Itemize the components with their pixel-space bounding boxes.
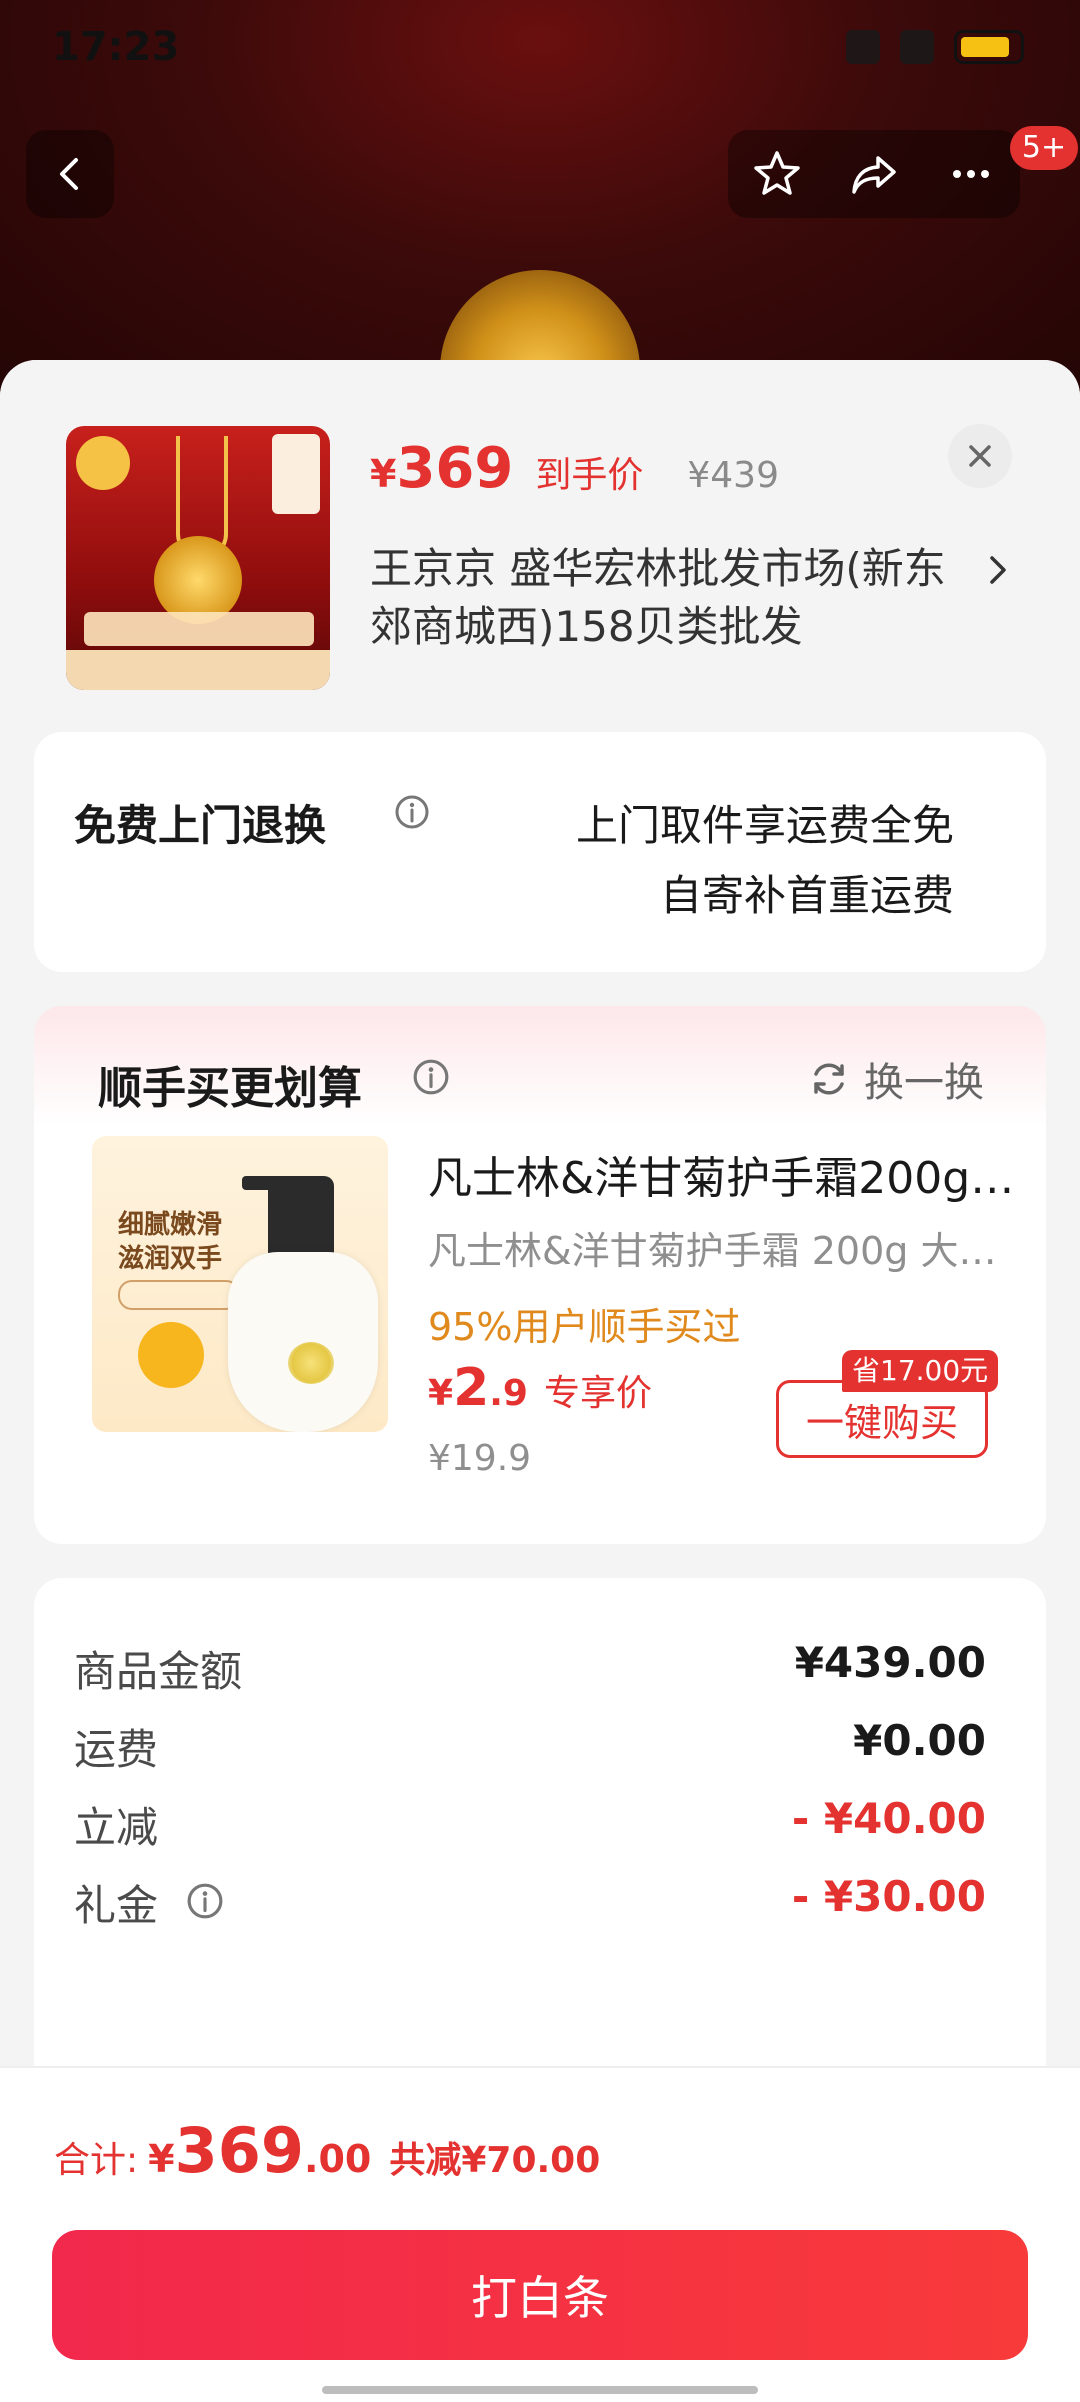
summary-row-goods: 商品金额 ¥439.00	[74, 1638, 986, 1698]
summary-value: ¥0.00	[853, 1716, 986, 1765]
cap-shape	[268, 1176, 334, 1262]
summary-row-discount: 立减 - ¥40.00	[74, 1794, 986, 1854]
bundle-item-users: 95%用户顺手买过	[428, 1305, 741, 1349]
price-currency: ¥	[370, 452, 397, 496]
summary-value: ¥439.00	[794, 1638, 986, 1687]
signal-icon	[846, 30, 880, 64]
info-icon[interactable]	[412, 1058, 450, 1096]
bundle-price-currency: ¥	[428, 1373, 454, 1414]
bundle-card: 顺手买更划算 换一换 细腻嫩滑 滋润双手 凡士林&洋甘菊护手霜200g 保湿滋润…	[34, 1006, 1046, 1544]
summary-label: 立减	[74, 1803, 159, 1852]
checkout-bar: 合计: ¥ 369 .00 共减¥70.00 打白条	[0, 2066, 1080, 2402]
bundle-price-int: 2	[453, 1358, 490, 1418]
image-caption-2: 滋润双手	[118, 1244, 223, 1274]
summary-label: 商品金额	[74, 1647, 243, 1696]
summary-value: - ¥40.00	[791, 1794, 986, 1843]
image-caption-1: 细腻嫩滑	[118, 1210, 223, 1240]
store-name[interactable]: 王京京 盛华宏林批发市场(新东郊商城西)158贝类批发	[370, 540, 970, 656]
flower-shape	[288, 1342, 334, 1384]
brand-logo	[76, 436, 130, 490]
original-price: ¥439	[687, 455, 779, 496]
save-badge: 省17.00元	[842, 1350, 999, 1392]
final-price: 369	[396, 436, 514, 501]
battery-icon	[954, 30, 1024, 64]
message-badge: 5+	[1010, 126, 1078, 170]
more-dots-icon	[953, 170, 990, 178]
share-button[interactable]	[834, 130, 914, 218]
chevron-right-icon[interactable]	[986, 552, 1010, 588]
pay-baitiao-button[interactable]: 打白条	[52, 2230, 1028, 2360]
home-indicator	[322, 2386, 758, 2394]
swap-label: 换一换	[864, 1060, 984, 1106]
final-price-tag: 到手价	[535, 455, 644, 496]
favorite-button[interactable]	[737, 130, 817, 218]
return-self-ship-text: 自寄补首重运费	[659, 871, 954, 920]
delivery-tag	[272, 434, 320, 514]
status-time: 17:23	[52, 24, 180, 70]
more-button[interactable]	[931, 130, 1011, 218]
bundle-title: 顺手买更划算	[98, 1063, 362, 1114]
return-pickup-text: 上门取件享运费全免	[575, 801, 954, 850]
summary-label: 运费	[74, 1725, 159, 1774]
bundle-price-row: ¥ 2 .9 专享价	[428, 1358, 652, 1418]
summary-row-gift-cash: 礼金 - ¥30.00	[74, 1872, 986, 1932]
total-currency: ¥	[148, 2137, 175, 2181]
total-row: 合计: ¥ 369 .00 共减¥70.00	[54, 2114, 600, 2187]
product-thumbnail[interactable]	[66, 426, 330, 690]
back-button[interactable]	[26, 130, 114, 218]
refresh-icon	[814, 1063, 844, 1095]
promo-strip	[66, 650, 330, 690]
bundle-price-tag: 专享价	[543, 1373, 652, 1414]
bundle-item-name[interactable]: 凡士林&洋甘菊护手霜200g 保湿滋润	[428, 1142, 1018, 1206]
promo-banner	[84, 612, 314, 646]
nav-actions	[728, 130, 1020, 218]
image-dot-shape	[138, 1322, 204, 1388]
wifi-icon	[900, 30, 934, 64]
total-label: 合计:	[54, 2140, 139, 2181]
bundle-price-dec: .9	[489, 1373, 528, 1414]
return-service-card: 免费上门退换 上门取件享运费全免 自寄补首重运费	[34, 732, 1046, 972]
pendant-shape	[154, 536, 242, 624]
total-dec: .00	[304, 2137, 372, 2181]
status-bar: 17:23	[0, 0, 1080, 100]
summary-label: 礼金	[74, 1881, 159, 1930]
info-icon[interactable]	[186, 1882, 224, 1920]
summary-value: - ¥30.00	[791, 1872, 986, 1921]
bundle-item-subtitle: 凡士林&洋甘菊护手霜 200g 大容量	[428, 1229, 1018, 1273]
total-int: 369	[174, 2114, 305, 2187]
chevron-left-icon	[60, 158, 78, 190]
star-icon	[753, 151, 800, 195]
image-label-shape	[118, 1280, 240, 1310]
close-icon	[969, 445, 991, 467]
status-icons	[846, 30, 1024, 64]
info-icon[interactable]	[394, 794, 430, 830]
price-row: ¥ 369 到手价 ¥439	[370, 436, 779, 501]
summary-row-shipping: 运费 ¥0.00	[74, 1716, 986, 1776]
swap-button[interactable]: 换一换	[808, 1050, 984, 1108]
bundle-original-price: ¥19.9	[428, 1438, 532, 1479]
return-title: 免费上门退换	[74, 801, 327, 850]
bundle-item-image[interactable]: 细腻嫩滑 滋润双手	[92, 1136, 388, 1432]
product-header: ¥ 369 到手价 ¥439 王京京 盛华宏林批发市场(新东郊商城西)158贝类…	[0, 360, 1080, 730]
close-button[interactable]	[948, 424, 1012, 488]
total-saving: 共减¥70.00	[389, 2140, 601, 2181]
share-icon	[852, 156, 896, 194]
